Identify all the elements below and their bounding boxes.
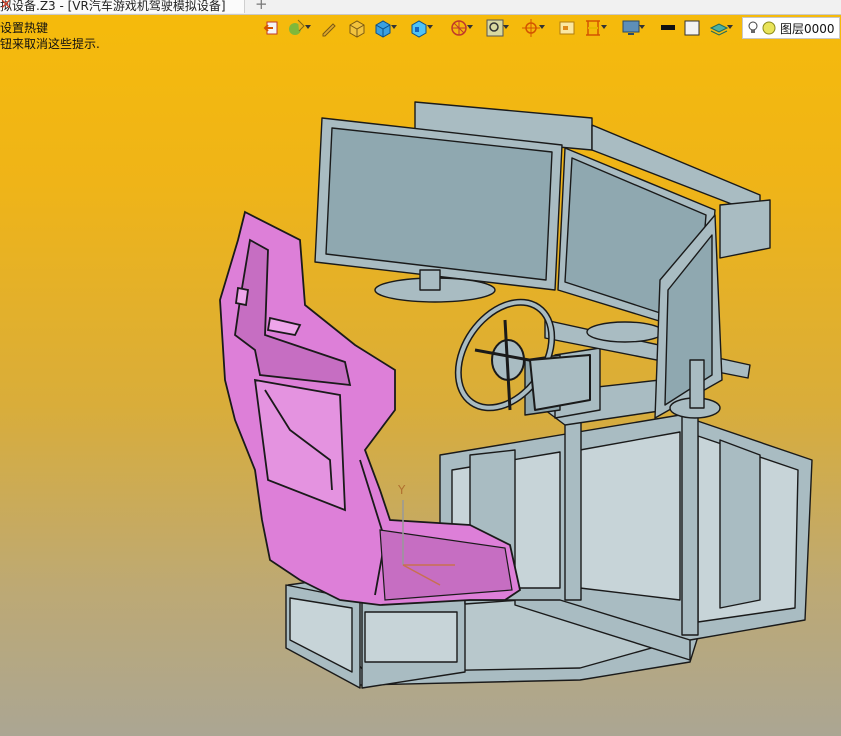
pencil-icon[interactable] — [318, 17, 340, 39]
paint-icon[interactable] — [286, 17, 311, 39]
document-tab-title: 拟设备.Z3 - [VR汽车游戏机驾驶模拟设备] — [0, 0, 226, 13]
wireframe-sphere-icon[interactable] — [448, 17, 473, 39]
new-tab-button[interactable]: + — [255, 0, 268, 13]
hint-line-1: 设置热键 — [0, 21, 49, 35]
rectangle-icon[interactable] — [556, 17, 578, 39]
view-toolbar — [262, 17, 742, 39]
blue-cube-icon[interactable] — [372, 17, 397, 39]
axis-y-label: Y — [397, 483, 406, 497]
color-swatch-white[interactable] — [682, 17, 704, 39]
view-cube-icon[interactable] — [408, 17, 433, 39]
color-swatch-black[interactable] — [658, 17, 680, 39]
layer-selector[interactable]: 图层0000 — [742, 17, 840, 39]
lightbulb-icon — [748, 21, 776, 35]
document-tab[interactable]: 拟设备.Z3 - [VR汽车游戏机驾驶模拟设备] ✕ — [0, 0, 245, 13]
layer-label: 图层0000 — [780, 22, 835, 36]
document-tab-bar: 拟设备.Z3 - [VR汽车游戏机驾驶模拟设备] ✕ + — [0, 0, 841, 15]
monitor-left — [314, 117, 563, 303]
tab-close-icon[interactable]: ✕ — [0, 0, 12, 13]
display-icon[interactable] — [620, 17, 645, 39]
layer-stack-icon[interactable] — [708, 17, 733, 39]
zoom-frame-icon[interactable] — [484, 17, 509, 39]
section-icon[interactable] — [582, 17, 607, 39]
solid-box-icon[interactable] — [346, 17, 368, 39]
target-icon[interactable] — [520, 17, 545, 39]
3d-viewport[interactable]: Y — [0, 42, 841, 736]
exit-icon[interactable] — [262, 17, 284, 39]
